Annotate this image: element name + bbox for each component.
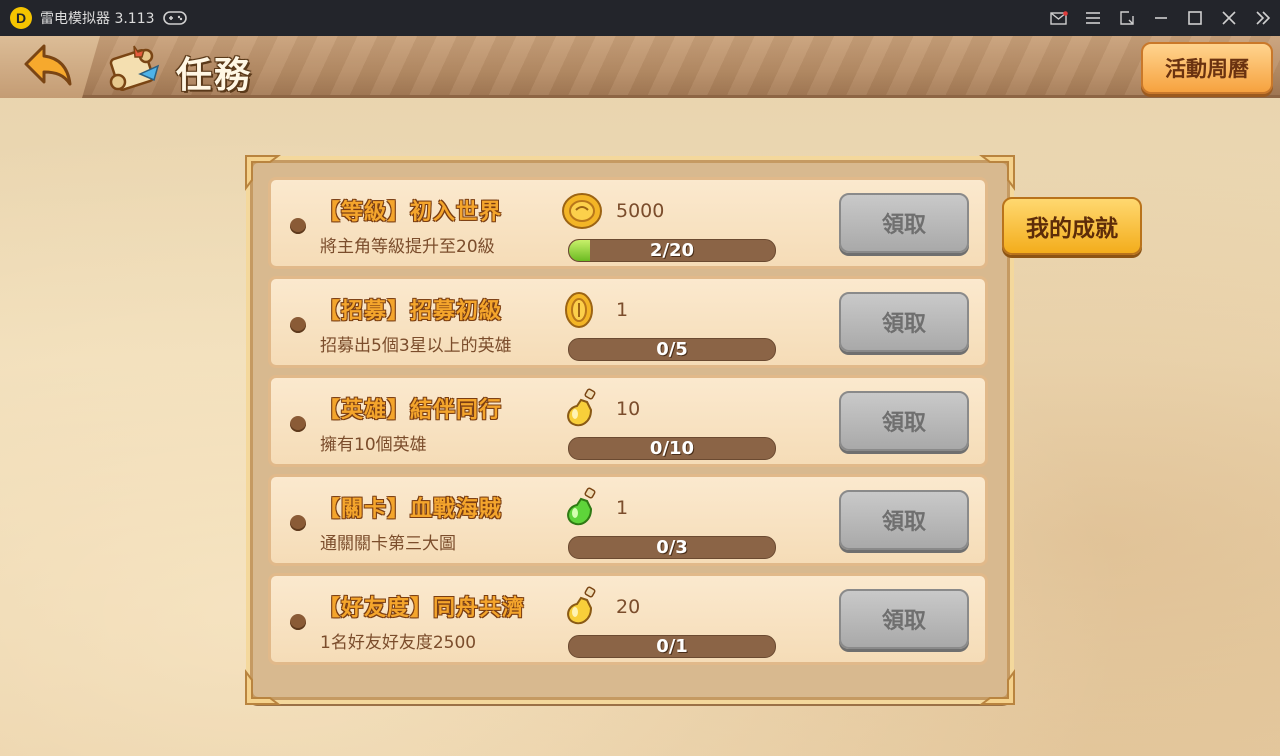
reward-amount: 1 bbox=[616, 497, 629, 519]
task-description: 通關關卡第三大圖 bbox=[320, 534, 456, 554]
window-title: 雷电模拟器 3.113 bbox=[40, 11, 155, 27]
progress-bar: 2/20 bbox=[568, 239, 776, 262]
claim-button[interactable]: 領取 bbox=[839, 589, 969, 649]
progress-bar: 0/5 bbox=[568, 338, 776, 361]
task-row: 【好友度】同舟共濟 1名好友好友度2500 20 0/1 領取 bbox=[268, 573, 988, 665]
bullet-icon bbox=[290, 416, 306, 432]
task-row: 【等級】初入世界 將主角等級提升至20級 5000 2/20 領取 bbox=[268, 177, 988, 269]
menu-icon[interactable] bbox=[1076, 0, 1110, 36]
task-description: 擁有10個英雄 bbox=[320, 435, 427, 455]
gamepad-icon[interactable] bbox=[162, 10, 187, 26]
task-row: 【關卡】血戰海賊 通關關卡第三大圖 1 0/3 領取 bbox=[268, 474, 988, 566]
claim-button[interactable]: 領取 bbox=[839, 193, 969, 253]
progress-text: 2/20 bbox=[649, 240, 695, 261]
gold-coin-icon bbox=[562, 193, 602, 229]
progress-text: 0/1 bbox=[656, 636, 688, 657]
task-title: 【招募】招募初級 bbox=[318, 299, 503, 324]
task-row: 【招募】招募初級 招募出5個3星以上的英雄 1 0/5 領取 bbox=[268, 276, 988, 368]
event-calendar-button[interactable]: 活動周曆 bbox=[1141, 42, 1273, 94]
my-achievements-button[interactable]: 我的成就 bbox=[1002, 197, 1142, 255]
yellow-potion-icon bbox=[567, 586, 596, 625]
progress-bar: 0/1 bbox=[568, 635, 776, 658]
expand-sidebar-icon[interactable] bbox=[1246, 0, 1280, 36]
emulator-titlebar: D 雷电模拟器 3.113 bbox=[0, 0, 1280, 36]
screen-icon[interactable] bbox=[1110, 0, 1144, 36]
reward-amount: 1 bbox=[616, 299, 629, 321]
claim-button[interactable]: 領取 bbox=[839, 391, 969, 451]
bullet-icon bbox=[290, 515, 306, 531]
task-title: 【英雄】結伴同行 bbox=[318, 398, 503, 423]
reward-amount: 20 bbox=[616, 596, 641, 618]
mail-icon[interactable] bbox=[1042, 0, 1076, 36]
recruit-coin-icon bbox=[565, 292, 593, 328]
task-row: 【英雄】結伴同行 擁有10個英雄 10 0/10 領取 bbox=[268, 375, 988, 467]
task-description: 將主角等級提升至20級 bbox=[320, 237, 495, 257]
progress-text: 0/3 bbox=[656, 537, 688, 558]
maximize-icon[interactable] bbox=[1178, 0, 1212, 36]
task-title: 【等級】初入世界 bbox=[318, 200, 503, 225]
task-description: 招募出5個3星以上的英雄 bbox=[320, 336, 512, 356]
task-description: 1名好友好友度2500 bbox=[320, 633, 477, 653]
progress-text: 0/5 bbox=[656, 339, 688, 360]
reward-amount: 5000 bbox=[616, 200, 665, 222]
page-title: 任務 bbox=[176, 55, 253, 96]
panel-corner-ornament-icon bbox=[979, 669, 1015, 705]
panel-corner-ornament-icon bbox=[245, 669, 281, 705]
progress-bar: 0/10 bbox=[568, 437, 776, 460]
progress-bar: 0/3 bbox=[568, 536, 776, 559]
yellow-potion-icon bbox=[567, 388, 596, 427]
back-arrow-icon bbox=[24, 44, 72, 86]
bullet-icon bbox=[290, 317, 306, 333]
task-title: 【關卡】血戰海賊 bbox=[318, 497, 503, 522]
close-icon[interactable] bbox=[1212, 0, 1246, 36]
reward-amount: 10 bbox=[616, 398, 641, 420]
claim-button[interactable]: 領取 bbox=[839, 490, 969, 550]
task-scroll-icon bbox=[104, 40, 164, 102]
bullet-icon bbox=[290, 218, 306, 234]
bullet-icon bbox=[290, 614, 306, 630]
game-screen: 任務 活動周曆 【等級】初入世界 將主角等級提升至20級 5000 2/20 領… bbox=[0, 36, 1280, 756]
claim-button[interactable]: 領取 bbox=[839, 292, 969, 352]
emulator-logo-icon: D bbox=[10, 7, 32, 29]
task-title: 【好友度】同舟共濟 bbox=[318, 596, 526, 621]
minimize-icon[interactable] bbox=[1144, 0, 1178, 36]
top-header: 任務 活動周曆 bbox=[0, 36, 1280, 98]
progress-text: 0/10 bbox=[649, 438, 695, 459]
green-potion-icon bbox=[567, 487, 596, 526]
